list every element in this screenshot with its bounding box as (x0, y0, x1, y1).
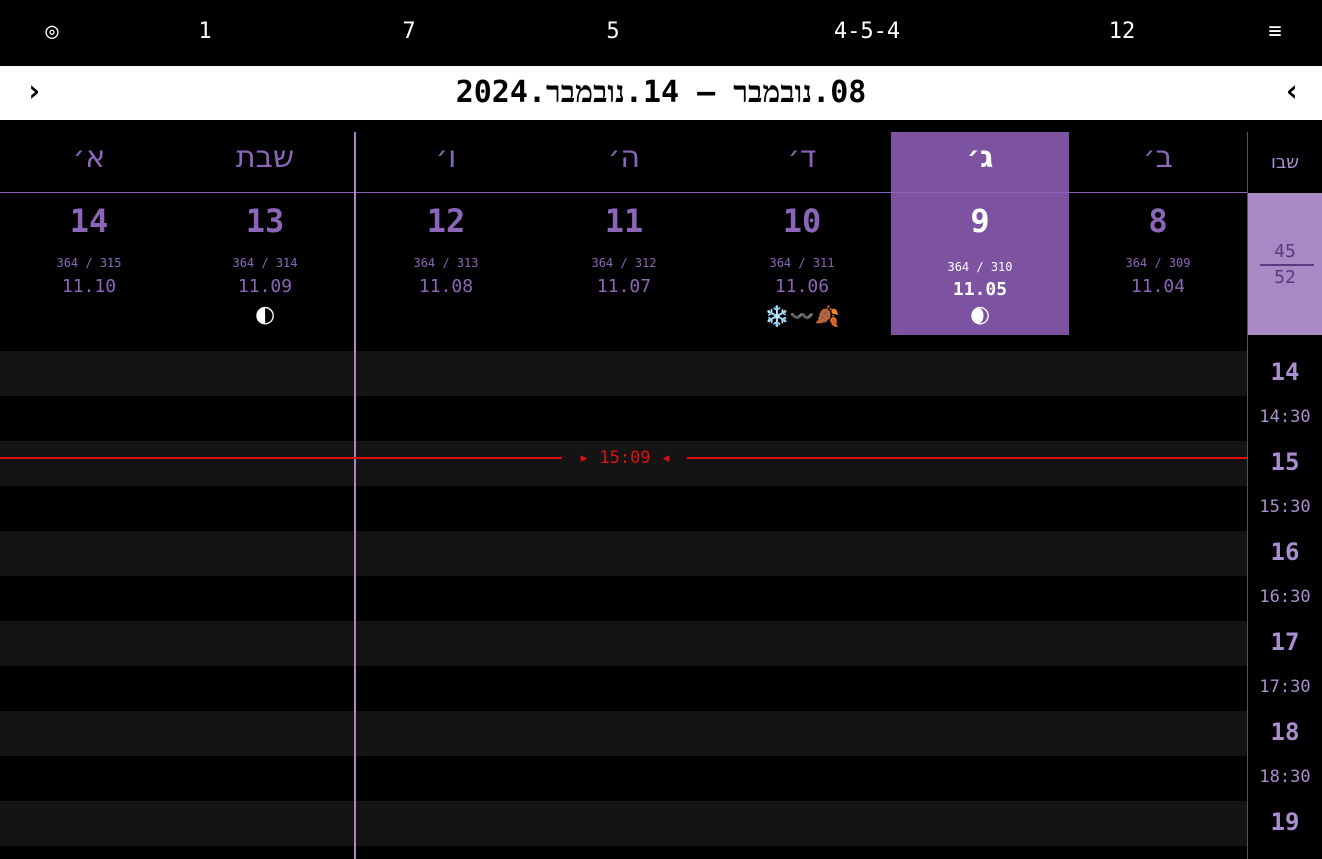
time-slot-row[interactable] (0, 666, 1247, 711)
view-12-button[interactable]: 12 (1109, 16, 1136, 48)
day-of-year: 364 / 315 (56, 256, 122, 270)
day-of-year: 364 / 313 (413, 256, 479, 270)
day-date: 11.09 (237, 276, 293, 297)
date-range-header: › 08.נובמבר — 14.נובמבר.2024 ‹ (0, 66, 1322, 120)
now-arrow-left: ▸ (578, 448, 590, 468)
hour-label: 19 (1270, 808, 1300, 836)
hour-label: 14 (1270, 358, 1300, 386)
hour-label: 14:30 (1259, 407, 1311, 427)
now-line-right (687, 457, 1247, 459)
view-454-button[interactable]: 4-5-4 (834, 16, 900, 48)
day-name: ד׳ (787, 140, 817, 175)
day-date: 11.07 (596, 276, 652, 297)
week-label: שבו (1270, 152, 1300, 173)
day-number: 10 (782, 202, 822, 240)
top-toolbar: ◎ 1 7 5 4-5-4 12 ≡ (0, 0, 1322, 64)
day-column[interactable]: א׳ 14 364 / 315 11.10 (0, 132, 178, 335)
time-slot-row[interactable] (0, 711, 1247, 756)
week-number: 45 (1274, 241, 1296, 262)
week-fraction-bar (1260, 264, 1314, 266)
now-indicator: ▸ 15:09 ◂ (570, 446, 680, 470)
day-name: א׳ (72, 140, 106, 175)
menu-icon[interactable]: ≡ (1268, 16, 1281, 48)
day-number: 9 (970, 202, 990, 240)
time-slot-row[interactable] (0, 756, 1247, 801)
time-slot-row[interactable] (0, 801, 1247, 846)
view-7-day-button[interactable]: 7 (402, 16, 415, 48)
day-name: שבת (235, 140, 295, 175)
time-slot-row[interactable] (0, 621, 1247, 666)
day-number: 11 (604, 202, 644, 240)
hour-label: 16 (1270, 538, 1300, 566)
day-of-year: 364 / 309 (1125, 256, 1191, 270)
hour-label: 17 (1270, 628, 1300, 656)
time-slot-row[interactable] (0, 486, 1247, 531)
time-slot-row[interactable] (0, 576, 1247, 621)
day-name: ב׳ (1143, 140, 1173, 175)
view-5-day-button[interactable]: 5 (606, 16, 619, 48)
day-name: ה׳ (607, 140, 641, 175)
day-column[interactable]: שבת 13 364 / 314 11.09 🌓 (176, 132, 354, 335)
date-range-title: 08.נובמבר — 14.נובמבר.2024 (455, 75, 867, 110)
hour-label: 17:30 (1259, 677, 1311, 697)
day-column[interactable]: ו׳ 12 364 / 313 11.08 (357, 132, 535, 335)
time-slot-row[interactable] (0, 396, 1247, 441)
day-column[interactable]: ב׳ 8 364 / 309 11.04 (1069, 132, 1247, 335)
hour-column-divider (1247, 132, 1248, 859)
target-icon[interactable]: ◎ (45, 16, 58, 48)
hour-label: 18 (1270, 718, 1300, 746)
weekend-divider (354, 132, 356, 859)
hour-label: 18:30 (1259, 767, 1311, 787)
day-number: 12 (426, 202, 466, 240)
day-of-year: 364 / 310 (947, 260, 1013, 274)
day-column[interactable]: ה׳ 11 364 / 312 11.07 (535, 132, 713, 335)
time-slot-row[interactable] (0, 531, 1247, 576)
day-date: 11.05 (952, 279, 1008, 300)
day-of-year: 364 / 314 (232, 256, 298, 270)
day-icons: ❄️〰️🍂 (764, 304, 840, 328)
day-number: 13 (245, 202, 285, 240)
day-number: 14 (69, 202, 109, 240)
day-date: 11.04 (1130, 276, 1186, 297)
day-column[interactable]: ג׳ 9 364 / 310 11.05 🌒 (891, 132, 1069, 335)
now-arrow-right: ◂ (660, 448, 672, 468)
hour-label: 16:30 (1259, 587, 1311, 607)
week-column-header: שבו (1248, 132, 1322, 192)
day-date: 11.10 (61, 276, 117, 297)
day-header-divider (0, 192, 1247, 193)
day-column[interactable]: ד׳ 10 364 / 311 11.06 ❄️〰️🍂 (713, 132, 891, 335)
view-1-day-button[interactable]: 1 (198, 16, 211, 48)
chevron-prev-icon[interactable]: ‹ (1272, 66, 1312, 120)
now-time-label: 15:09 (599, 448, 651, 468)
time-slot-row[interactable] (0, 351, 1247, 396)
week-total: 52 (1274, 267, 1296, 288)
day-of-year: 364 / 311 (769, 256, 835, 270)
day-number: 8 (1148, 202, 1168, 240)
now-line-left (0, 457, 562, 459)
day-date: 11.06 (774, 276, 830, 297)
day-date: 11.08 (418, 276, 474, 297)
day-icons: 🌓 (254, 304, 276, 328)
hour-label: 15 (1270, 448, 1300, 476)
week-number-box[interactable]: 45 52 (1248, 193, 1322, 335)
day-of-year: 364 / 312 (591, 256, 657, 270)
day-name: ג׳ (966, 140, 994, 175)
hour-label: 15:30 (1259, 497, 1311, 517)
day-name: ו׳ (435, 140, 457, 175)
day-icons: 🌒 (969, 304, 991, 328)
